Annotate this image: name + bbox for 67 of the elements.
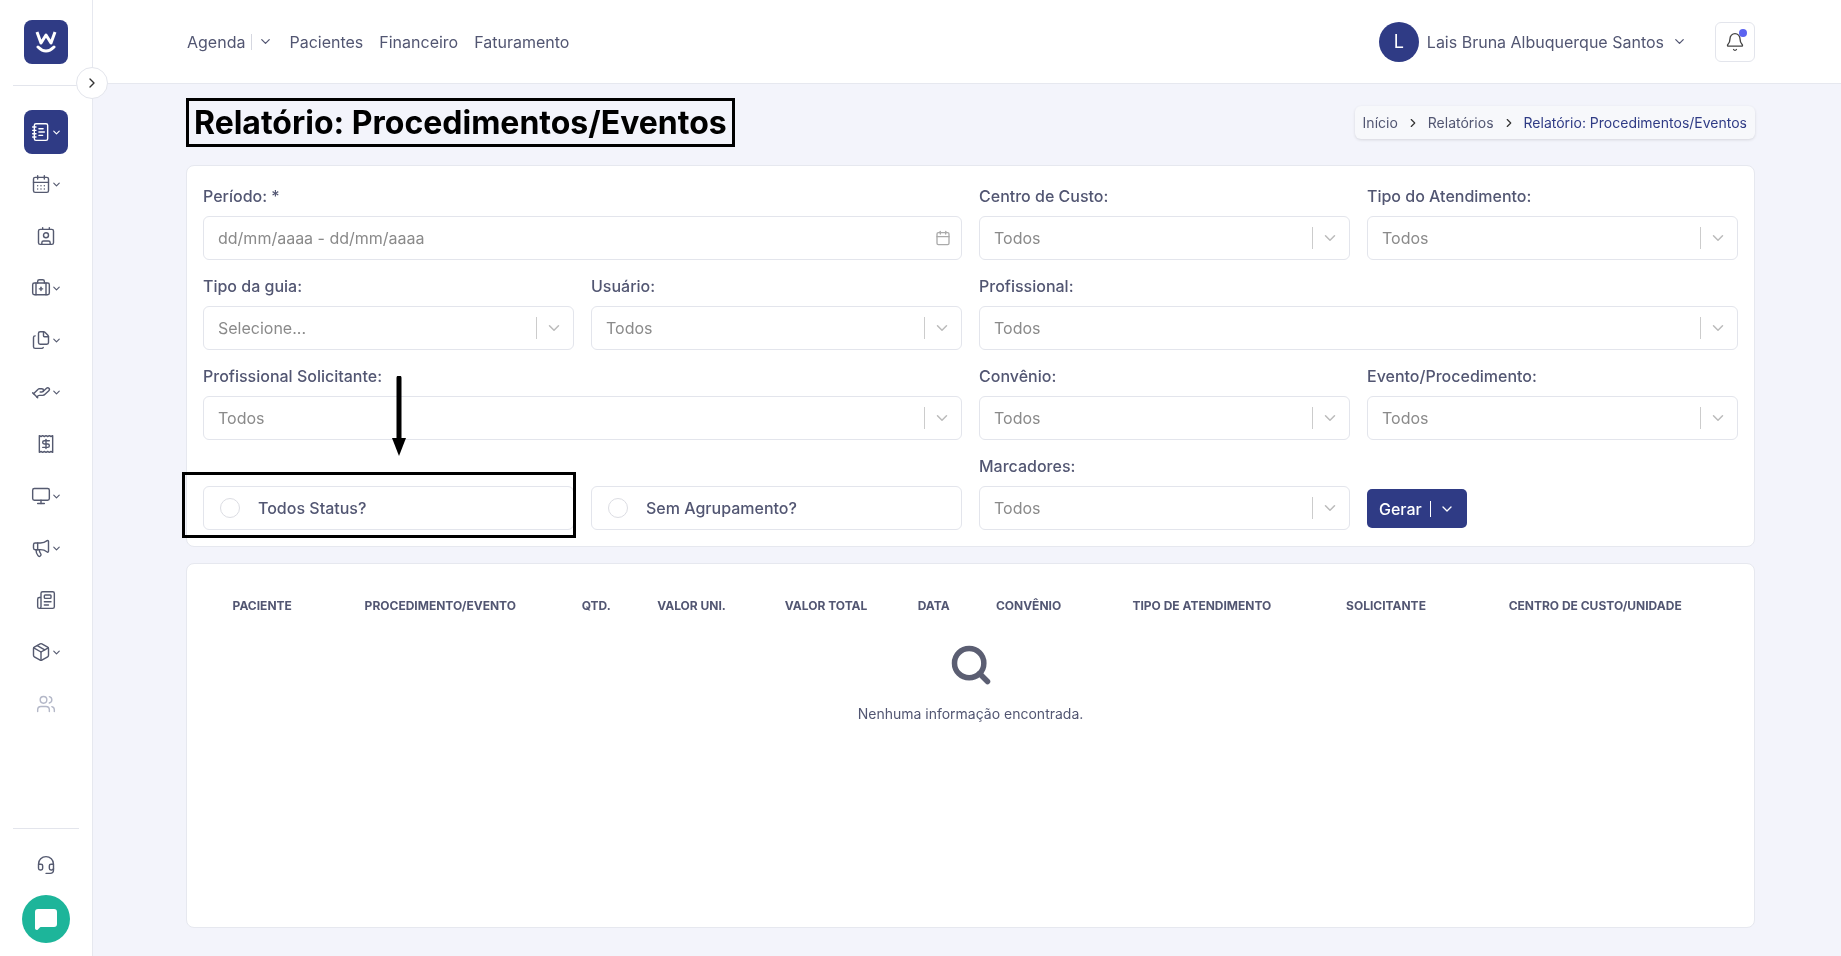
breadcrumb-link[interactable]: Relatórios: [1427, 114, 1494, 131]
field-label: Período: *: [203, 186, 281, 206]
chat-button[interactable]: [22, 895, 70, 943]
monitor-icon: [30, 486, 51, 506]
column-header: SOLICITANTE: [1345, 597, 1427, 615]
notifications-button[interactable]: [1715, 21, 1755, 62]
megaphone-icon: [30, 538, 51, 558]
field-label: Marcadores:: [979, 456, 1077, 476]
checkbox[interactable]: [608, 498, 628, 518]
select-field[interactable]: Todos: [979, 396, 1350, 440]
user-menu[interactable]: L Lais Bruna Albuquerque Santos: [1372, 20, 1693, 63]
contact-card-icon: [36, 226, 56, 246]
field-label: Centro de Custo:: [979, 186, 1110, 206]
nav-link[interactable]: Financeiro: [379, 31, 459, 52]
select-field[interactable]: Todos: [591, 306, 962, 350]
column-header: DATA: [916, 597, 951, 615]
column-header: VALOR TOTAL: [783, 597, 869, 615]
select-field[interactable]: Selecione...: [203, 306, 574, 350]
package-icon: [30, 642, 51, 662]
generate-button[interactable]: Gerar: [1367, 489, 1467, 528]
column-header: CONVÊNIO: [994, 597, 1063, 615]
field-label: Profissional Solicitante:: [203, 366, 383, 386]
field-label: Convênio:: [979, 366, 1058, 386]
column-header: QTD.: [580, 597, 612, 615]
bell-icon: [1725, 31, 1745, 52]
field-label: Profissional:: [979, 276, 1075, 296]
breadcrumb-link[interactable]: Início: [1362, 114, 1398, 131]
calendar-icon: [30, 174, 51, 194]
calendar-icon: [935, 230, 951, 246]
checkbox[interactable]: [220, 498, 240, 518]
nav-link[interactable]: Agenda: [187, 31, 274, 52]
select-field[interactable]: Todos: [1367, 396, 1738, 440]
select-field[interactable]: Todos: [1367, 216, 1738, 260]
user-avatar: L: [1378, 21, 1419, 62]
select-field[interactable]: Todos: [979, 306, 1738, 350]
field-label: Tipo da guia:: [203, 276, 304, 296]
smile-logo-icon: [33, 29, 59, 55]
empty-message: Nenhuma informação encontrada.: [857, 705, 1084, 722]
checkbox-label: Todos Status?: [258, 498, 367, 518]
receipt-icon: [36, 434, 56, 454]
column-header: TIPO DE ATENDIMENTO: [1131, 597, 1273, 615]
column-header: PROCEDIMENTO/EVENTO: [363, 597, 517, 615]
date-range-field[interactable]: dd/mm/aaaa - dd/mm/aaaa: [203, 216, 962, 260]
page-title: Relatório: Procedimentos/Eventos: [186, 98, 735, 147]
sidebar-item[interactable]: [24, 110, 68, 154]
select-field[interactable]: Todos: [203, 396, 962, 440]
field-label: Evento/Procedimento:: [1367, 366, 1538, 386]
select-field[interactable]: Todos: [979, 486, 1350, 530]
notebook-icon: [30, 122, 51, 142]
headset-icon[interactable]: [36, 855, 56, 875]
chat-bubble-icon: [34, 907, 58, 931]
checkbox-label: Sem Agrupamento?: [646, 498, 797, 518]
field-label: Usuário:: [591, 276, 657, 296]
column-header: VALOR UNI.: [656, 597, 727, 615]
medical-kit-icon: [30, 278, 51, 298]
nav-link[interactable]: Faturamento: [474, 31, 570, 52]
breadcrumb-link[interactable]: Relatório: Procedimentos/Eventos: [1523, 114, 1747, 131]
nav-link[interactable]: Pacientes: [289, 31, 364, 52]
select-field[interactable]: Todos: [979, 216, 1350, 260]
users-icon: [36, 694, 56, 714]
column-header: CENTRO DE CUSTO/UNIDADE: [1507, 597, 1683, 615]
files-icon: [30, 330, 51, 350]
checkbox-field[interactable]: Sem Agrupamento?: [591, 486, 962, 530]
newspaper-icon: [36, 590, 56, 610]
field-label: Tipo do Atendimento:: [1367, 186, 1533, 206]
column-header: PACIENTE: [231, 597, 293, 615]
logo[interactable]: [24, 20, 68, 64]
